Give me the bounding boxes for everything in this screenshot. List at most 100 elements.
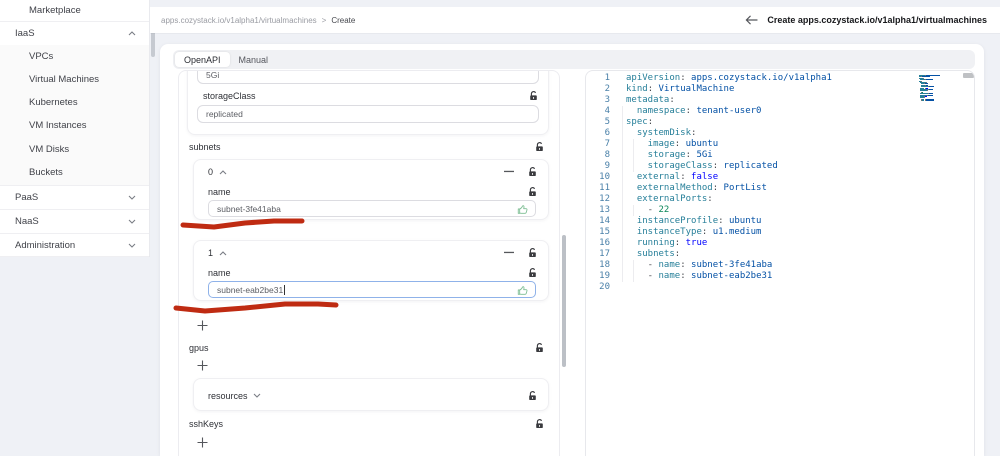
code-line: 4 namespace: tenant-user0	[604, 106, 762, 116]
code-line: 15 instanceType: u1.medium	[599, 227, 762, 237]
chevron-up-icon	[219, 250, 227, 256]
add-sshkey-button[interactable]	[195, 435, 210, 450]
sidebar-group-administration[interactable]: Administration	[0, 233, 149, 257]
code-line: 1 apiVersion: apps.cozystack.io/v1alpha1	[604, 73, 832, 83]
sidebar-item-vm-instances[interactable]: VM Instances	[0, 114, 149, 137]
breadcrumb-root[interactable]: apps.cozystack.io/v1alpha1/virtualmachin…	[161, 16, 317, 25]
subnet-0-name-input[interactable]: subnet-3fe41aba	[208, 200, 536, 217]
lock-icon	[535, 142, 544, 152]
sidebar-item-label: Virtual Machines	[29, 74, 100, 85]
code-line: 17 subnets:	[599, 249, 681, 259]
code-line: 6 systemDisk:	[604, 128, 697, 138]
lock-icon	[528, 187, 537, 197]
thumb-up-icon	[517, 285, 528, 296]
sidebar-item-virtual-machines[interactable]: Virtual Machines	[0, 68, 149, 91]
code-lines: 1 apiVersion: apps.cozystack.io/v1alpha1 2…	[586, 73, 974, 293]
add-gpu-button[interactable]	[195, 358, 210, 373]
field-label-storageclass: storageClass	[203, 91, 256, 101]
subnet-item-card-1: 1 name subnet-eab2be31	[193, 240, 549, 301]
content-card: OpenAPI Manual 5Gi storageClass replicat…	[160, 44, 984, 456]
sidebar-iaas-submenu: VPCs Virtual Machines Kubernetes VM Inst…	[0, 45, 149, 185]
code-line: 20	[599, 282, 610, 292]
subnet-item-card-0: 0 name subnet-3fe41aba	[193, 159, 549, 220]
openapi-form-panel: 5Gi storageClass replicated subnets 0 na…	[178, 70, 560, 456]
subnet-1-name-input[interactable]: subnet-eab2be31	[208, 281, 536, 298]
remove-subnet-button[interactable]	[504, 251, 514, 254]
code-line: 11 externalMethod: PortList	[599, 183, 767, 193]
form-scrollbar[interactable]	[562, 235, 566, 367]
lock-icon	[528, 268, 537, 278]
resources-collapse-toggle[interactable]: resources	[208, 379, 261, 412]
add-subnet-button[interactable]	[195, 318, 210, 333]
sidebar-item-kubernetes[interactable]: Kubernetes	[0, 91, 149, 114]
code-line: 8 storage: 5Gi	[604, 150, 713, 160]
sidebar-group-label: Administration	[15, 239, 76, 251]
sidebar-item-vpcs[interactable]: VPCs	[0, 45, 149, 68]
subnet-1-collapse-toggle[interactable]: 1	[208, 248, 227, 258]
code-line: 14 instanceProfile: ubuntu	[599, 216, 762, 226]
sidebar-item-buckets[interactable]: Buckets	[0, 161, 149, 184]
chevron-down-icon	[128, 195, 136, 200]
sidebar-item-label: Buckets	[29, 167, 63, 178]
back-arrow-icon[interactable]	[745, 15, 758, 25]
sidebar-group-naas[interactable]: NaaS	[0, 209, 149, 233]
field-label-gpus: gpus	[189, 343, 209, 353]
lock-icon	[528, 167, 537, 177]
page-header: apps.cozystack.io/v1alpha1/virtualmachin…	[150, 7, 1000, 33]
chevron-up-icon	[219, 169, 227, 175]
minimap[interactable]	[919, 75, 953, 107]
code-line: 13 - 22	[599, 205, 670, 215]
chevron-down-icon	[128, 219, 136, 224]
sidebar: Marketplace IaaS VPCs Virtual Machines K…	[0, 0, 150, 257]
input-value: 5Gi	[206, 70, 220, 80]
input-value: replicated	[206, 109, 243, 119]
text-cursor	[284, 284, 286, 295]
tab-label: Manual	[238, 54, 269, 65]
field-label-sshkeys: sshKeys	[189, 419, 224, 429]
field-label-subnets: subnets	[189, 142, 221, 152]
lock-icon	[529, 91, 538, 101]
code-line: 12 externalPorts:	[599, 194, 713, 204]
sidebar-group-label: PaaS	[15, 192, 39, 203]
storageclass-input[interactable]: replicated	[197, 105, 539, 123]
sidebar-item-label: Kubernetes	[29, 97, 78, 108]
code-line: 9 storageClass: replicated	[604, 161, 778, 171]
sidebar-item-label: VM Instances	[29, 120, 87, 131]
lock-icon	[528, 391, 537, 401]
lock-icon	[528, 248, 537, 258]
subnet-0-collapse-toggle[interactable]: 0	[208, 167, 227, 177]
minimap-slider[interactable]	[963, 73, 974, 78]
code-line: 5 spec:	[604, 117, 654, 127]
sidebar-group-label: NaaS	[15, 216, 39, 227]
code-line: 19 - name: subnet-eab2be31	[599, 271, 773, 281]
field-label-name: name	[208, 187, 231, 197]
breadcrumb-current: Create	[331, 15, 356, 25]
sidebar-item-label: Marketplace	[29, 5, 81, 16]
remove-subnet-button[interactable]	[504, 170, 514, 173]
code-line: 16 running: true	[599, 238, 708, 248]
tab-label: OpenAPI	[184, 54, 221, 65]
storage-input[interactable]: 5Gi	[197, 70, 539, 84]
tab-openapi[interactable]: OpenAPI	[175, 52, 230, 67]
sidebar-item-marketplace[interactable]: Marketplace	[0, 0, 149, 21]
yaml-editor[interactable]: 1 apiVersion: apps.cozystack.io/v1alpha1 2…	[585, 70, 975, 456]
subnet-index: 0	[208, 167, 214, 177]
input-value: subnet-3fe41aba	[217, 203, 281, 214]
chevron-up-icon	[128, 31, 136, 36]
input-value: subnet-eab2be31	[217, 284, 284, 295]
chevron-down-icon	[128, 243, 136, 248]
sidebar-group-paas[interactable]: PaaS	[0, 185, 149, 209]
chevron-down-icon	[253, 393, 261, 398]
tab-bar: OpenAPI Manual	[173, 50, 975, 69]
sidebar-group-iaas[interactable]: IaaS	[0, 21, 149, 45]
sidebar-item-label: VM Disks	[29, 144, 70, 155]
tab-manual[interactable]: Manual	[230, 52, 278, 67]
code-line: 7 image: ubuntu	[604, 139, 719, 149]
title-wrap: Create apps.cozystack.io/v1alpha1/virtua…	[745, 15, 987, 25]
lock-icon	[535, 343, 544, 353]
field-label-name: name	[208, 268, 231, 278]
thumb-up-icon	[517, 204, 528, 215]
sidebar-item-label: VPCs	[29, 51, 54, 62]
lock-icon	[535, 419, 544, 429]
sidebar-item-vm-disks[interactable]: VM Disks	[0, 138, 149, 161]
